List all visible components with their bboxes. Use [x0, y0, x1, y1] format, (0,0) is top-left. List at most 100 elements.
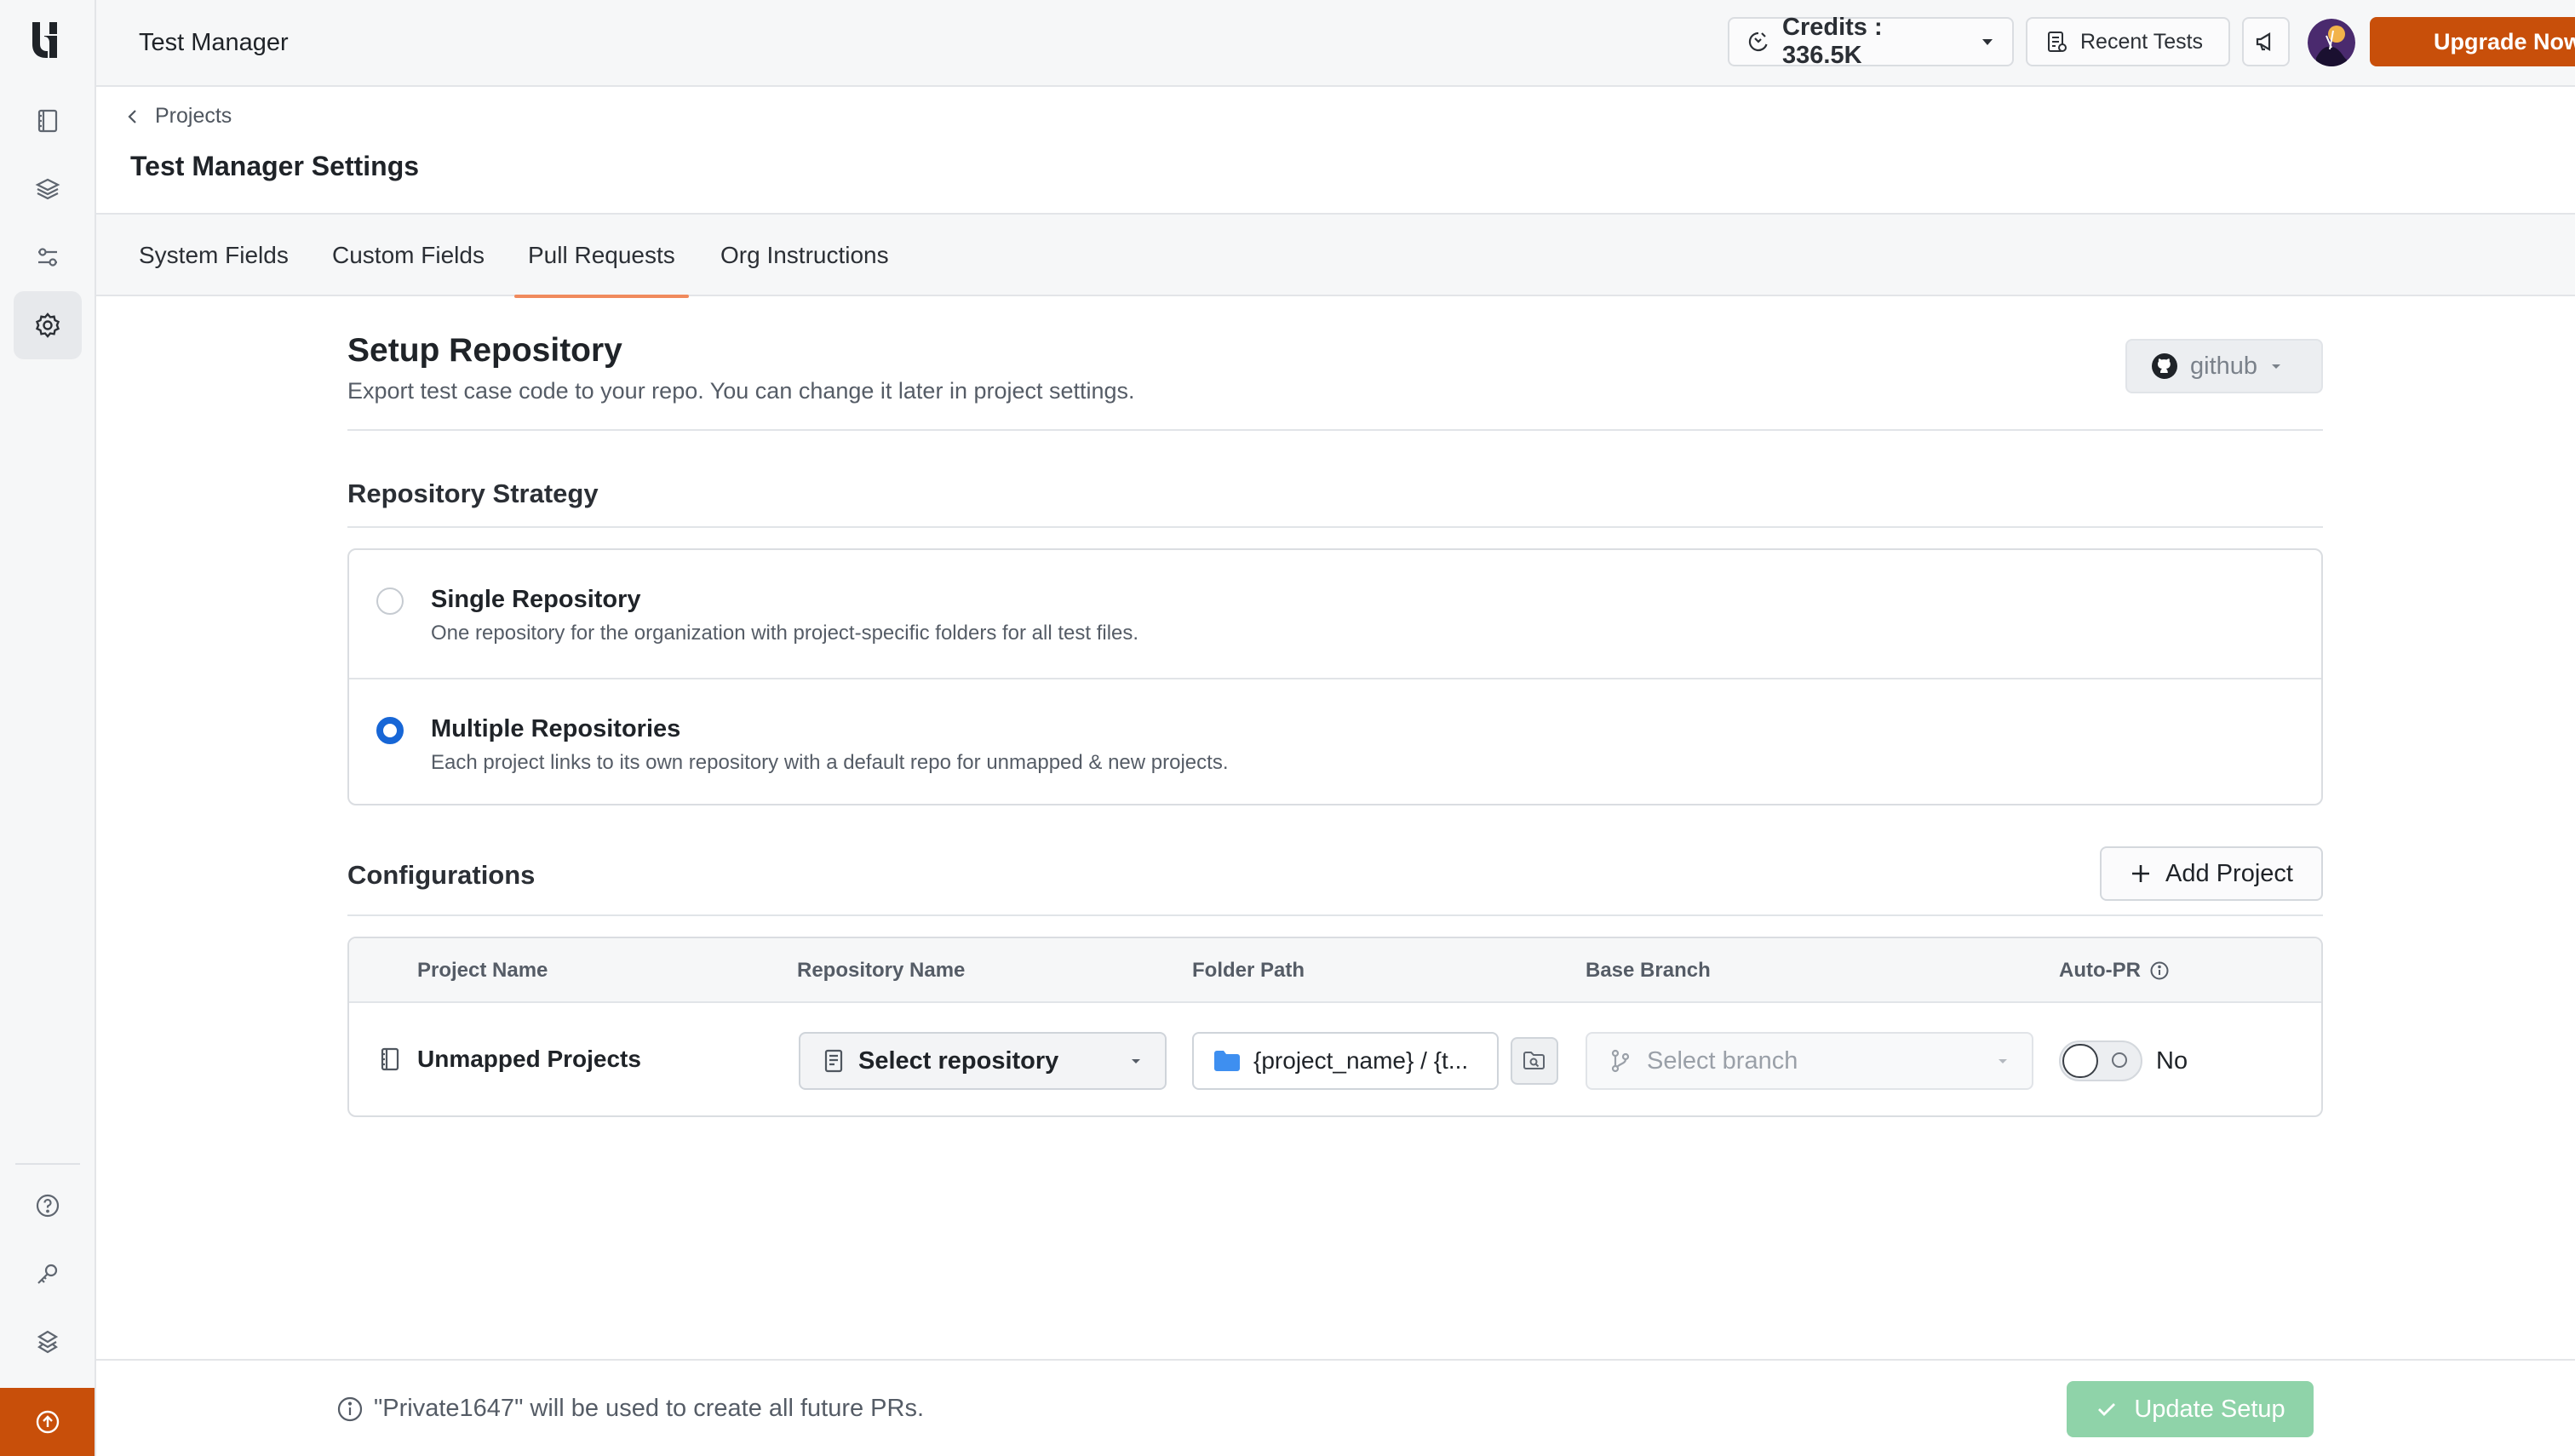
provider-label: github	[2190, 352, 2258, 380]
megaphone-icon	[2254, 30, 2278, 54]
project-name: Unmapped Projects	[417, 1046, 641, 1072]
tab-org-instructions[interactable]: Org Instructions	[720, 215, 889, 296]
folder-search-icon	[1523, 1050, 1546, 1072]
gear-icon	[34, 312, 61, 339]
radio-multiple-repositories[interactable]	[376, 717, 404, 744]
tab-pull-requests[interactable]: Pull Requests	[514, 215, 689, 298]
announcements-button[interactable]	[2242, 17, 2290, 66]
settings-tabs: System Fields Custom Fields Pull Request…	[96, 213, 2575, 298]
rail-keys-button[interactable]	[14, 1240, 82, 1308]
repository-select-label: Select repository	[858, 1046, 1059, 1075]
toggle-off-indicator	[2112, 1052, 2127, 1068]
user-avatar[interactable]	[2308, 19, 2355, 66]
credits-label: Credits : 336.5K	[1782, 14, 1883, 69]
document-list-icon	[2045, 30, 2068, 54]
footer-note-text: "Private1647" will be used to create all…	[374, 1395, 925, 1422]
layers-icon	[35, 176, 60, 202]
table-header: Project Name Repository Name Folder Path…	[349, 938, 2321, 1003]
provider-dropdown[interactable]: github	[2125, 339, 2323, 393]
credits-icon	[1746, 30, 1770, 54]
rail-integrations-button[interactable]	[14, 1308, 82, 1376]
rail-upgrade-button[interactable]	[0, 1388, 95, 1456]
footer-bar: "Private1647" will be used to create all…	[96, 1359, 2575, 1456]
chevron-down-icon	[1129, 1054, 1143, 1068]
column-header-base-branch: Base Branch	[1586, 959, 1711, 982]
tab-system-fields[interactable]: System Fields	[139, 215, 289, 296]
check-icon	[2095, 1397, 2119, 1421]
notebook-icon	[378, 1046, 402, 1072]
rail-filters-button[interactable]	[14, 223, 82, 291]
github-icon	[2151, 353, 2178, 380]
notebook-icon	[35, 108, 60, 134]
plus-icon	[2130, 863, 2152, 885]
repository-strategy-options: Single Repository One repository for the…	[347, 548, 2323, 805]
section-divider	[347, 429, 2323, 431]
rail-layers-button[interactable]	[14, 155, 82, 223]
base-branch-select[interactable]: Select branch	[1586, 1032, 2033, 1090]
tab-custom-fields[interactable]: Custom Fields	[332, 215, 485, 296]
breadcrumb-projects-link[interactable]: Projects	[155, 104, 232, 129]
add-project-button[interactable]: Add Project	[2100, 846, 2323, 901]
toggle-knob	[2062, 1044, 2098, 1078]
browse-folder-button[interactable]	[1511, 1037, 1558, 1085]
footer-note: "Private1647" will be used to create all…	[336, 1395, 924, 1423]
configurations-title: Configurations	[347, 860, 536, 890]
setup-repository-title: Setup Repository	[347, 332, 622, 369]
sliders-icon	[35, 244, 60, 270]
radio-single-repository[interactable]	[376, 588, 404, 615]
repository-icon	[823, 1049, 845, 1073]
git-branch-icon	[1609, 1048, 1632, 1074]
configurations-table: Project Name Repository Name Folder Path…	[347, 937, 2323, 1117]
breadcrumb[interactable]: Projects	[126, 104, 232, 129]
column-header-auto-pr: Auto-PR	[2059, 959, 2170, 983]
credits-dropdown[interactable]: Credits : 336.5K	[1728, 14, 2014, 69]
auto-pr-header-label: Auto-PR	[2059, 959, 2141, 982]
chevron-down-icon	[1980, 34, 1995, 49]
app-title: Test Manager	[139, 29, 289, 56]
repository-strategy-title: Repository Strategy	[347, 479, 599, 508]
column-header-repository: Repository Name	[797, 959, 966, 982]
chevron-down-icon	[2269, 359, 2283, 373]
rail-settings-button[interactable]	[14, 291, 82, 359]
key-icon	[35, 1261, 60, 1287]
left-rail	[0, 0, 96, 1456]
top-bar: Test Manager Credits : 336.5K Recent Tes…	[96, 0, 2575, 87]
info-icon[interactable]	[2149, 960, 2170, 981]
auto-pr-toggle[interactable]	[2059, 1040, 2142, 1081]
column-header-folder-path: Folder Path	[1192, 959, 1305, 982]
recent-tests-button[interactable]: Recent Tests	[2026, 17, 2230, 66]
table-row: Unmapped Projects Select repository {pro…	[349, 1003, 2321, 1115]
auto-pr-value: No	[2156, 1047, 2188, 1075]
page-title: Test Manager Settings	[130, 151, 420, 181]
arrow-up-circle-icon	[35, 1409, 60, 1435]
update-setup-label: Update Setup	[2134, 1395, 2285, 1423]
strategy-option-multiple[interactable]: Multiple Repositories Each project links…	[349, 678, 2321, 805]
base-branch-select-label: Select branch	[1647, 1046, 1798, 1075]
folder-path-value: {project_name} / {t...	[1253, 1047, 1469, 1074]
app-logo[interactable]	[29, 20, 66, 58]
chevron-left-icon	[126, 108, 140, 125]
update-setup-button[interactable]: Update Setup	[2067, 1381, 2314, 1437]
folder-path-input[interactable]: {project_name} / {t...	[1192, 1032, 1499, 1090]
section-divider	[347, 526, 2323, 528]
strategy-option-single[interactable]: Single Repository One repository for the…	[349, 550, 2321, 678]
option-description: One repository for the organization with…	[431, 622, 1139, 645]
help-circle-icon	[35, 1193, 60, 1218]
folder-icon	[1213, 1049, 1242, 1073]
upgrade-now-button[interactable]: Upgrade Now	[2370, 17, 2575, 66]
recent-tests-label: Recent Tests	[2080, 29, 2204, 54]
repository-select[interactable]: Select repository	[799, 1032, 1167, 1090]
rail-test-cases-button[interactable]	[14, 87, 82, 155]
setup-repository-subtitle: Export test case code to your repo. You …	[347, 378, 1135, 404]
rail-help-button[interactable]	[14, 1172, 82, 1240]
stack-icon	[35, 1329, 60, 1355]
option-description: Each project links to its own repository…	[431, 751, 1229, 774]
column-header-project: Project Name	[417, 959, 548, 982]
project-cell: Unmapped Projects	[378, 1046, 641, 1073]
option-title: Single Repository	[431, 586, 641, 613]
option-title: Multiple Repositories	[431, 715, 681, 742]
info-icon	[336, 1396, 364, 1423]
chevron-down-icon	[1996, 1054, 2010, 1068]
rail-divider	[15, 1163, 80, 1165]
add-project-label: Add Project	[2165, 859, 2293, 887]
